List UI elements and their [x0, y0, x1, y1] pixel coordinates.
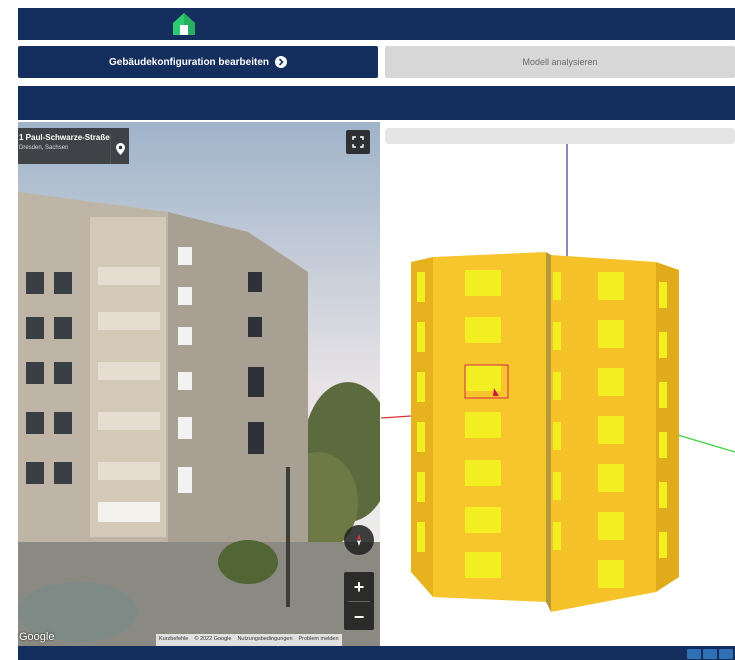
footer-button-2[interactable] [703, 649, 717, 659]
app-header [18, 8, 735, 40]
analyze-model-label: Modell analysieren [522, 57, 598, 67]
copyright-text: © 2022 Google [194, 636, 232, 642]
shortcuts-link[interactable]: Kurzbefehle [156, 634, 191, 646]
zoom-out-button[interactable]: − [344, 602, 374, 631]
zoom-control: + − [344, 572, 374, 630]
building-3d-model [381, 144, 735, 612]
address-card[interactable]: 1 Paul-Schwarze-Straße Dresden, Sachsen [18, 128, 129, 164]
terms-link[interactable]: Nutzungsbedingungen [234, 634, 295, 646]
model-viewer-3d[interactable] [381, 122, 735, 646]
report-problem-link[interactable]: Problem melden [296, 634, 342, 646]
app-footer [18, 646, 735, 660]
street-view-image [18, 122, 380, 646]
house-logo-icon[interactable] [171, 10, 197, 36]
arrow-right-icon [275, 56, 288, 68]
footer-button-3[interactable] [719, 649, 733, 659]
map-pin-icon[interactable] [110, 134, 129, 164]
compass-icon[interactable] [344, 525, 374, 555]
street-view-panel[interactable]: 1 Paul-Schwarze-Straße Dresden, Sachsen … [18, 122, 380, 646]
address-subtitle: Dresden, Sachsen [19, 145, 69, 151]
fullscreen-icon [352, 136, 364, 148]
edit-configuration-button[interactable]: Gebäudekonfiguration bearbeiten [18, 46, 378, 78]
info-banner [18, 86, 735, 120]
edit-configuration-label: Gebäudekonfiguration bearbeiten [108, 56, 270, 68]
footer-controls [687, 649, 733, 659]
footer-button-1[interactable] [687, 649, 701, 659]
address-title: 1 Paul-Schwarze-Straße [19, 133, 110, 142]
zoom-in-button[interactable]: + [344, 572, 374, 601]
map-attribution: Kurzbefehle © 2022 Google Nutzungsbeding… [156, 634, 342, 646]
left-gutter [0, 0, 18, 660]
analyze-model-button[interactable]: Modell analysieren [385, 46, 735, 78]
google-logo: Google [19, 631, 55, 643]
fullscreen-button[interactable] [346, 130, 370, 154]
